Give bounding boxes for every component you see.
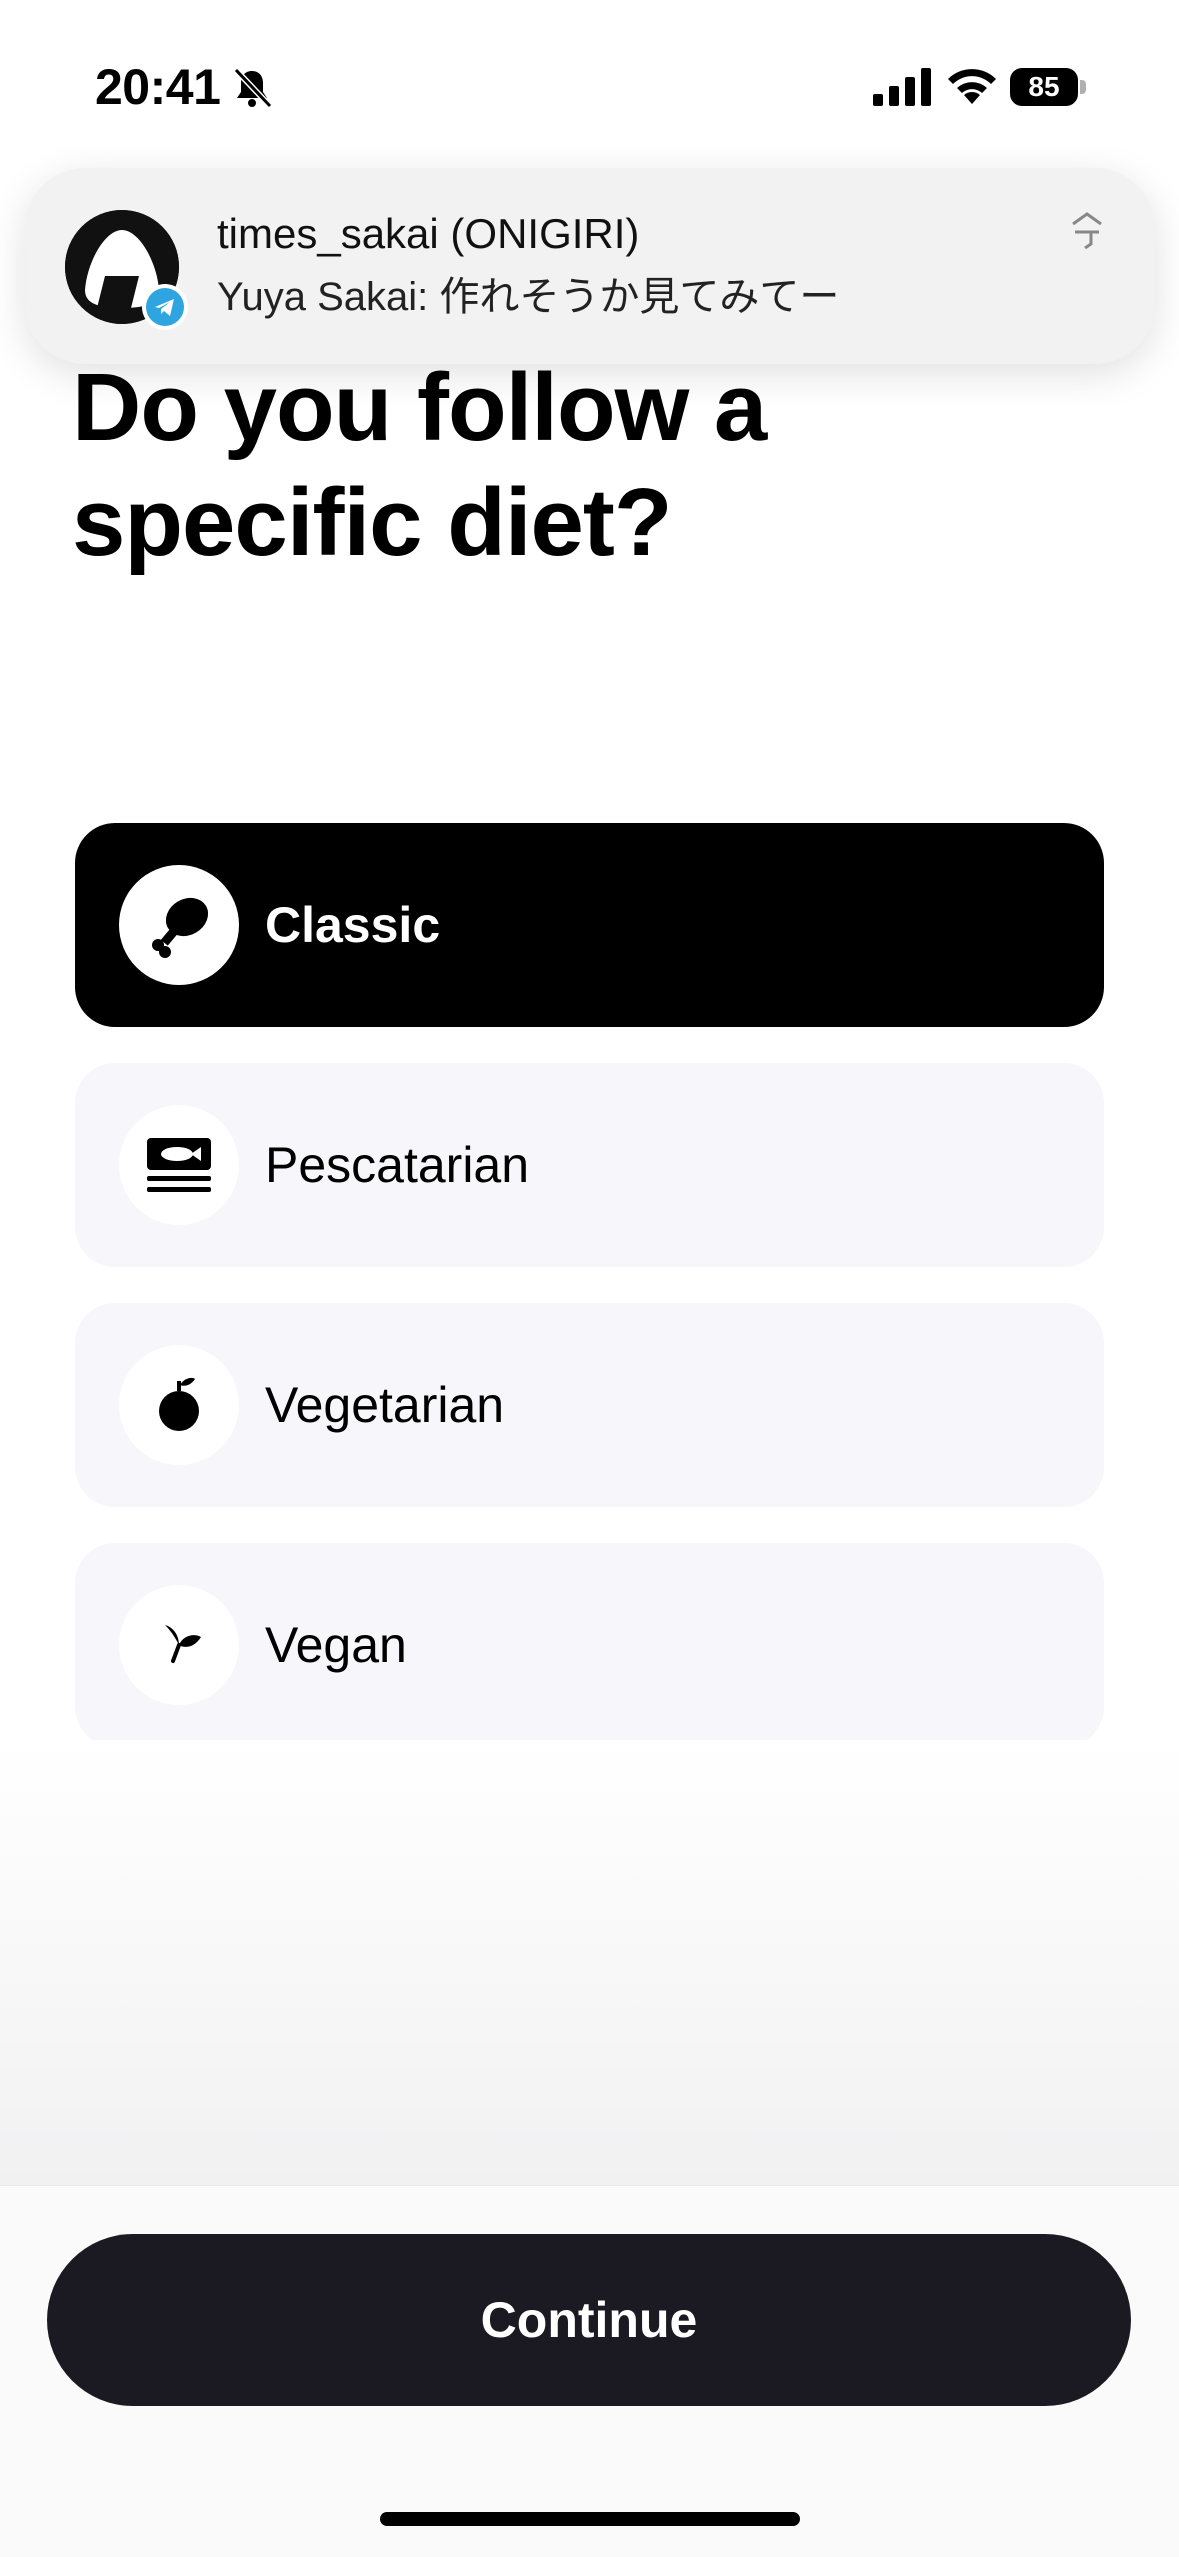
expand-icon[interactable] [1065, 208, 1109, 252]
diet-option-label: Vegan [265, 1617, 407, 1673]
diet-option-label: Vegetarian [265, 1377, 505, 1433]
page-title: Do you follow a specific diet? [72, 354, 767, 576]
cellular-signal-icon [873, 68, 931, 106]
battery-level: 85 [1010, 68, 1078, 106]
diet-option-label: Classic [265, 897, 441, 953]
continue-button[interactable]: Continue [47, 2234, 1131, 2406]
status-bar: 20:41 85 [0, 0, 1179, 170]
fish-icon [119, 1105, 239, 1225]
bottom-fade [0, 1740, 1179, 2185]
drumstick-icon [119, 865, 239, 985]
battery-cap [1080, 80, 1086, 94]
diet-option-label: Pescatarian [265, 1137, 530, 1193]
leaf-icon [119, 1585, 239, 1705]
diet-option-pescatarian[interactable]: Pescatarian [75, 1063, 1104, 1267]
wifi-icon [945, 64, 999, 106]
notification-body: Yuya Sakai: 作れそうか見てみてー [217, 275, 840, 319]
home-indicator[interactable] [380, 2512, 800, 2526]
battery-icon: 85 [1010, 68, 1088, 106]
status-time: 20:41 [95, 59, 221, 115]
notification-title: times_sakai (ONIGIRI) [217, 210, 640, 257]
diet-option-vegan[interactable]: Vegan [75, 1543, 1104, 1747]
notification-banner[interactable]: times_sakai (ONIGIRI) Yuya Sakai: 作れそうか見… [25, 168, 1155, 364]
bell-muted-icon [230, 66, 274, 110]
diet-option-vegetarian[interactable]: Vegetarian [75, 1303, 1104, 1507]
telegram-icon [142, 284, 188, 330]
apple-icon [119, 1345, 239, 1465]
diet-option-classic[interactable]: Classic [75, 823, 1104, 1027]
